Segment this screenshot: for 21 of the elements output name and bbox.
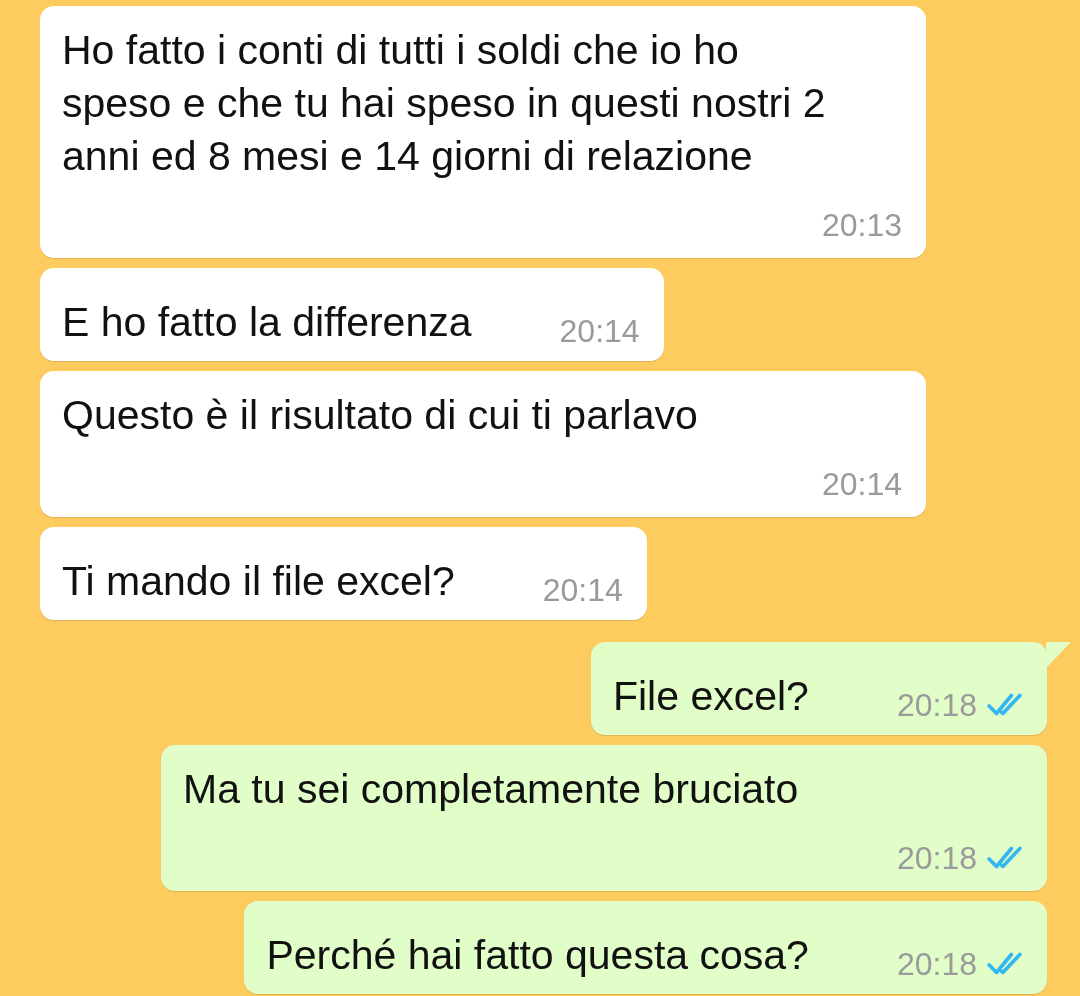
- message-text: Questo è il risultato di cui ti parlavo: [62, 391, 699, 440]
- message-bubble[interactable]: Ti mando il file excel? 20:14: [40, 527, 647, 620]
- message-text: E ho fatto la differenza: [62, 298, 472, 347]
- message-bubble[interactable]: Perché hai fatto questa cosa? 20:18: [244, 901, 1047, 994]
- message-text: Perché hai fatto questa cosa?: [266, 931, 809, 980]
- message-bubble[interactable]: Ho fatto i conti di tutti i soldi che io ho speso e che tu hai speso in questi nostri 2 anni ed 8 mesi e 14 giorni di relazione 20:13: [40, 6, 926, 258]
- message-time: 20:18: [896, 687, 977, 723]
- message-text: File excel?: [612, 672, 809, 721]
- message-text: Ho fatto i conti di tutti i soldi che io ho speso e che tu hai speso in questi nostri 2 anni ed 8 mesi e 14 giorni di relazione: [62, 26, 827, 181]
- message-time: 20:18: [896, 840, 977, 876]
- message-bubble[interactable]: Questo è il risultato di cui ti parlavo 20:14: [40, 371, 926, 517]
- message-time: 20:14: [559, 313, 640, 349]
- message-bubble[interactable]: File excel? 20:18: [590, 642, 1047, 735]
- message-text: Ti mando il file excel?: [62, 557, 455, 606]
- message-text: Ma tu sei completamente bruciato: [183, 765, 800, 814]
- message-time: 20:18: [896, 946, 977, 982]
- message-time: 20:13: [821, 207, 902, 243]
- message-time: 20:14: [821, 466, 902, 502]
- message-bubble[interactable]: Ma tu sei completamente bruciato 20:18: [161, 745, 1047, 891]
- message-bubble[interactable]: E ho fatto la differenza 20:14: [40, 268, 664, 361]
- message-time: 20:14: [542, 572, 623, 608]
